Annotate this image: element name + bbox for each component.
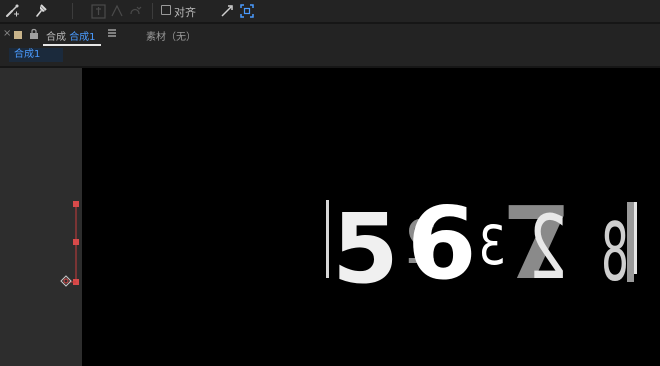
composition-tab-name: 合成1 — [69, 32, 96, 43]
canvas-digit: 6 — [407, 185, 477, 302]
tab-footage[interactable]: 素材（无） — [146, 28, 196, 43]
snap-grid-icon[interactable] — [238, 2, 256, 20]
motion-path[interactable] — [55, 196, 95, 296]
snap-label: 对齐 — [174, 6, 196, 19]
digit-slice — [326, 200, 329, 278]
digit-slice — [634, 202, 637, 274]
panel-menu-icon[interactable] — [107, 28, 117, 38]
composition-viewer[interactable]: 5 2 6 3 7 2 8 — [82, 68, 660, 366]
canvas-digit: 8 — [601, 207, 629, 300]
pin-tool-icon[interactable] — [32, 2, 50, 20]
snap-checkbox[interactable] — [161, 5, 171, 15]
puppet-bend-icon[interactable] — [126, 2, 144, 20]
brush-tool-icon[interactable] — [4, 2, 22, 20]
puppet-tool-icon[interactable] — [90, 2, 108, 20]
snap-edge-icon[interactable] — [218, 2, 236, 20]
toolbar-separator — [152, 3, 153, 19]
breadcrumb-row: 合成1 — [0, 46, 660, 66]
label-color-swatch[interactable] — [14, 31, 22, 39]
puppet-starch-icon[interactable] — [108, 2, 126, 20]
close-panel-icon[interactable]: × — [3, 28, 11, 39]
rendered-frame: 5 2 6 3 7 2 8 — [326, 185, 637, 305]
canvas-digit: 2 — [528, 197, 567, 299]
breadcrumb-comp[interactable]: 合成1 — [9, 48, 63, 62]
toolbar-separator — [72, 3, 73, 19]
lock-icon[interactable] — [29, 28, 39, 40]
canvas-digit: 5 — [332, 193, 399, 305]
anchor-point-icon[interactable] — [60, 275, 72, 287]
keyframe-handle[interactable] — [73, 201, 79, 207]
composition-panel-header: × 合成 合成1 素材（无） — [0, 24, 660, 46]
toolbar: 对齐 — [0, 0, 660, 22]
keyframe-handle[interactable] — [73, 239, 79, 245]
composition-tab-prefix: 合成 — [46, 32, 66, 43]
tab-composition[interactable]: 合成 合成1 — [46, 28, 96, 43]
